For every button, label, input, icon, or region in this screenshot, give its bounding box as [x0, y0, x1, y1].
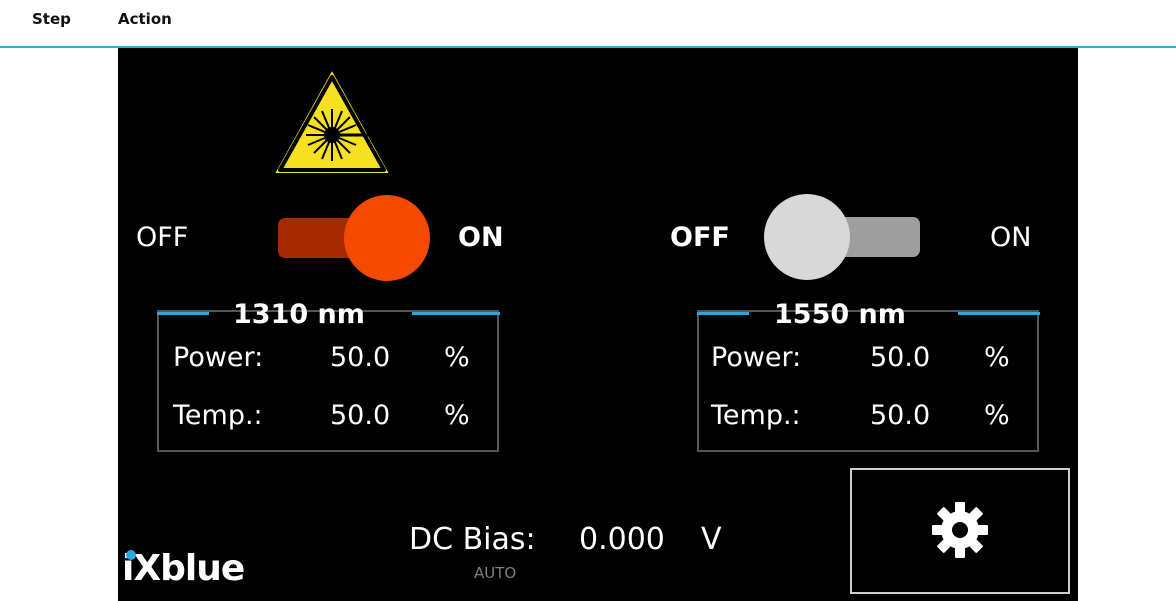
channel-2-temp-unit: % [984, 400, 1010, 431]
dc-bias-label: DC Bias: [409, 522, 536, 557]
settings-button[interactable] [850, 468, 1070, 594]
channel-2-toggle-knob[interactable] [764, 194, 850, 280]
channel-2-power-unit: % [984, 342, 1010, 373]
channel-1-title-rule-left [157, 312, 209, 315]
channel-1-title: 1310 nm [233, 299, 365, 330]
channel-2-title-rule-left [697, 312, 749, 315]
channel-2-title-rule-right [958, 312, 1040, 315]
channel-2-title: 1550 nm [774, 299, 906, 330]
logo-text: iXblue [122, 548, 245, 589]
channel-1-on-label: ON [458, 222, 504, 253]
channel-1-off-label: OFF [136, 222, 189, 253]
channel-1-temp-value[interactable]: 50.0 [330, 400, 390, 431]
dc-bias-unit: V [701, 522, 722, 557]
channel-1-power-unit: % [444, 342, 470, 373]
channel-1-power-value[interactable]: 50.0 [330, 342, 390, 373]
channel-2-off-label: OFF [670, 222, 730, 253]
dc-bias-mode: AUTO [474, 564, 517, 582]
channel-2-on-label: ON [990, 222, 1032, 253]
dc-bias-value[interactable]: 0.000 [579, 522, 665, 557]
table-header: Step Action [0, 0, 1176, 48]
logo-accent-dot [126, 550, 136, 560]
step-column-header: Step [32, 10, 71, 28]
channel-1-title-rule-right [412, 312, 500, 315]
channel-2-temp-value[interactable]: 50.0 [870, 400, 930, 431]
gear-icon [932, 502, 988, 558]
channel-1-power-label: Power: [173, 342, 264, 373]
laser-warning-icon [270, 65, 394, 177]
channel-1-toggle-knob[interactable] [344, 195, 430, 281]
action-column-header: Action [118, 10, 172, 28]
device-screen: OFF ON OFF ON 1310 nm Power: 50.0 % Temp… [118, 48, 1078, 601]
channel-1-temp-label: Temp.: [173, 400, 263, 431]
channel-2-temp-label: Temp.: [711, 400, 801, 431]
channel-2-power-value[interactable]: 50.0 [870, 342, 930, 373]
channel-2-power-label: Power: [711, 342, 802, 373]
channel-1-temp-unit: % [444, 400, 470, 431]
